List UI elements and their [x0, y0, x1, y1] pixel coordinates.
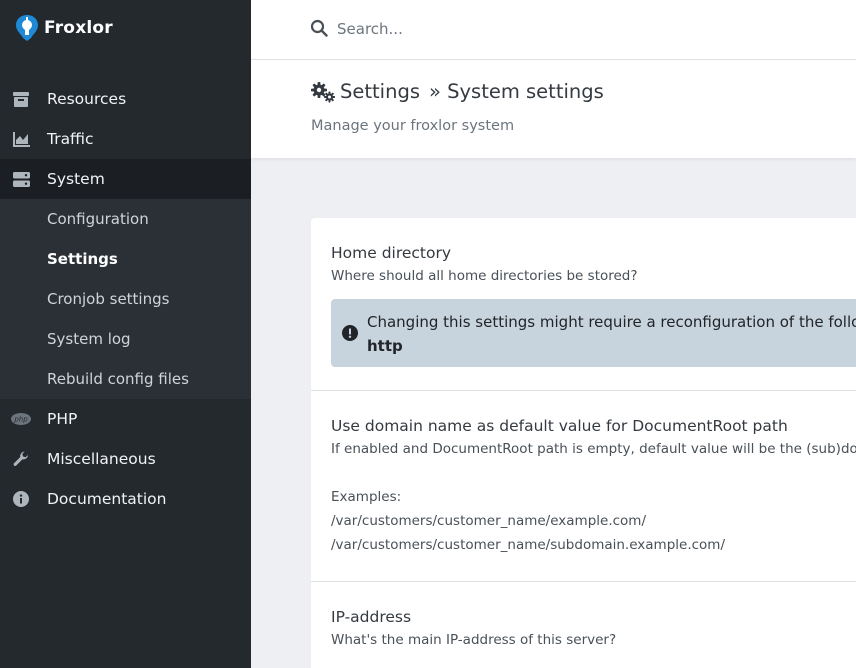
brand-name: Froxlor [44, 18, 113, 38]
cogs-icon [311, 81, 335, 102]
wrench-icon [11, 449, 31, 469]
setting-description: What's the main IP-address of this serve… [331, 632, 617, 648]
search-icon [310, 19, 328, 37]
page-title-text: Settings [340, 80, 420, 103]
examples-label: Examples: [331, 489, 402, 505]
search-input[interactable] [337, 16, 817, 42]
sidebar-item-label: Resources [47, 90, 127, 108]
top-bar [251, 0, 856, 60]
setting-ip-address: IP-address What's the main IP-address of… [311, 582, 856, 668]
info-circle-icon [11, 489, 31, 509]
sidebar-nav: Resources Traffic System Configuration S… [0, 79, 251, 519]
settings-card: Home directory Where should all home dir… [311, 218, 856, 668]
breadcrumb: » System settings [428, 80, 604, 103]
submenu-item-system-log[interactable]: System log [0, 319, 251, 359]
sidebar-item-label: PHP [47, 410, 78, 428]
page-subtitle: Manage your froxlor system [311, 118, 515, 134]
chart-area-icon [11, 129, 31, 149]
froxlor-logo-icon [16, 15, 38, 41]
sidebar-item-label: System [47, 170, 105, 188]
setting-description: Where should all home directories be sto… [331, 268, 638, 284]
setting-title: Home directory [331, 244, 452, 262]
submenu-item-settings[interactable]: Settings [0, 239, 251, 279]
setting-home-directory: Home directory Where should all home dir… [311, 218, 856, 391]
sidebar-item-label: Documentation [47, 490, 167, 508]
sidebar-item-documentation[interactable]: Documentation [0, 479, 251, 519]
server-icon [11, 169, 31, 189]
sidebar-item-label: Traffic [47, 130, 94, 148]
sidebar-item-miscellaneous[interactable]: Miscellaneous [0, 439, 251, 479]
page-header: Settings » System settings Manage your f… [251, 60, 856, 158]
svg-text:php: php [13, 416, 28, 424]
setting-title: IP-address [331, 608, 412, 626]
system-submenu: Configuration Settings Cronjob settings … [0, 199, 251, 399]
exclamation-circle-icon [342, 325, 358, 341]
example-path: /var/customers/customer_name/example.com… [331, 513, 646, 529]
sidebar-item-label: Miscellaneous [47, 450, 156, 468]
sidebar: Froxlor Resources Traffic System Configu… [0, 0, 251, 668]
submenu-item-rebuild-config-files[interactable]: Rebuild config files [0, 359, 251, 399]
reconfiguration-alert: Changing this settings might require a r… [331, 299, 856, 367]
brand-logo[interactable]: Froxlor [14, 14, 113, 42]
example-path: /var/customers/customer_name/subdomain.e… [331, 537, 726, 553]
setting-title: Use domain name as default value for Doc… [331, 417, 788, 435]
sidebar-item-system[interactable]: System [0, 159, 251, 199]
sidebar-item-php[interactable]: php PHP [0, 399, 251, 439]
alert-service: http [367, 337, 403, 355]
alert-text: Changing this settings might require a r… [367, 313, 856, 331]
setting-docroot-default: Use domain name as default value for Doc… [311, 391, 856, 582]
submenu-item-configuration[interactable]: Configuration [0, 199, 251, 239]
sidebar-item-resources[interactable]: Resources [0, 79, 251, 119]
page-title: Settings » System settings [310, 80, 604, 103]
box-icon [11, 89, 31, 109]
php-icon: php [11, 409, 31, 429]
sidebar-item-traffic[interactable]: Traffic [0, 119, 251, 159]
examples-block: Examples: /var/customers/customer_name/e… [331, 485, 851, 557]
setting-description: If enabled and DocumentRoot path is empt… [331, 441, 856, 457]
submenu-item-cronjob-settings[interactable]: Cronjob settings [0, 279, 251, 319]
